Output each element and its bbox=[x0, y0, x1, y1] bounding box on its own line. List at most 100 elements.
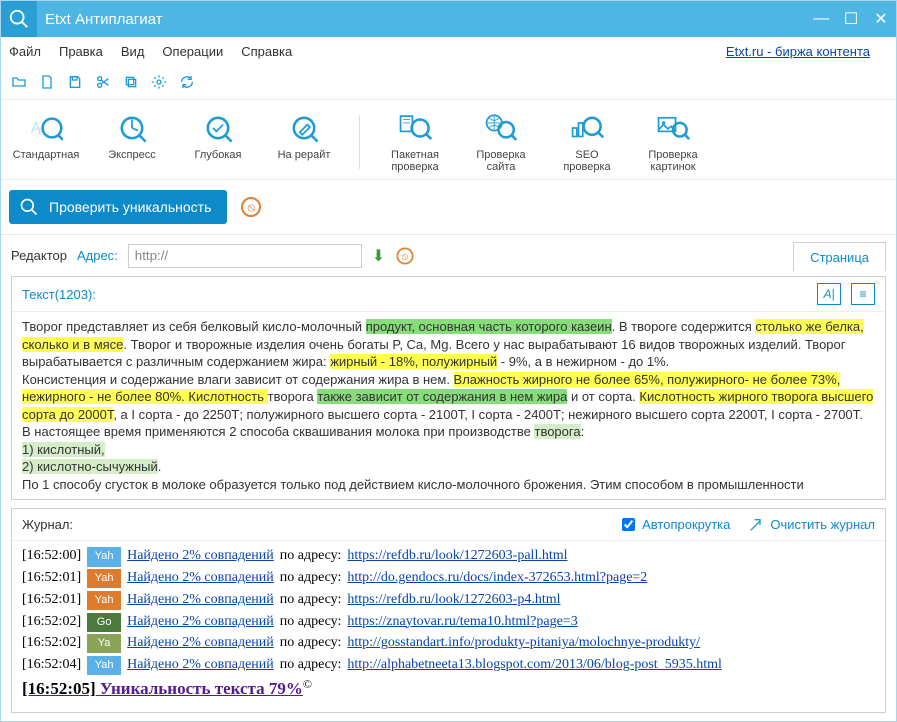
title-bar: Etxt Антиплагиат — ☐ ✕ bbox=[1, 1, 896, 37]
mode-deep[interactable]: Глубокая bbox=[181, 106, 255, 165]
maximize-button[interactable]: ☐ bbox=[836, 1, 866, 37]
mode-rewrite[interactable]: На рерайт bbox=[267, 106, 341, 165]
cancel-url-icon[interactable]: ⦸ bbox=[397, 247, 414, 264]
menu-file[interactable]: Файл bbox=[9, 44, 41, 59]
text-panel: Текст(1203): A| ≡ Творог представляет из… bbox=[11, 276, 886, 500]
mode-toolbar: Aa Стандартная Экспресс Глубокая На рера… bbox=[1, 100, 896, 180]
check-uniqueness-button[interactable]: Проверить уникальность bbox=[9, 190, 227, 224]
seo-check[interactable]: SEO проверка bbox=[550, 106, 624, 177]
stop-icon[interactable]: ⦸ bbox=[241, 197, 261, 217]
log-at-text: по адресу: bbox=[280, 611, 342, 633]
log-row: [16:52:00] Yah Найдено 2% совпадений по … bbox=[22, 545, 875, 567]
engine-badge: Yah bbox=[87, 569, 121, 588]
log-row: [16:52:02] Go Найдено 2% совпадений по а… bbox=[22, 611, 875, 633]
text-content[interactable]: Творог представляет из себя белковый кис… bbox=[12, 312, 885, 499]
save-icon[interactable] bbox=[67, 74, 83, 90]
editor-header: Редактор Адрес: ⬇ ⦸ Страница bbox=[1, 235, 896, 276]
uniqueness-text: Уникальность текста 79% bbox=[100, 679, 303, 698]
site-check[interactable]: Проверка сайта bbox=[464, 106, 538, 177]
found-link[interactable]: Найдено 2% совпадений bbox=[127, 632, 274, 654]
menu-view[interactable]: Вид bbox=[121, 44, 145, 59]
app-window: Etxt Антиплагиат — ☐ ✕ Файл Правка Вид О… bbox=[0, 0, 897, 722]
log-row: [16:52:04] Yah Найдено 2% совпадений по … bbox=[22, 654, 875, 676]
autoscroll-checkbox[interactable] bbox=[622, 518, 635, 531]
document-icon[interactable] bbox=[39, 74, 55, 90]
found-link[interactable]: Найдено 2% совпадений bbox=[127, 589, 274, 611]
engine-badge: Yah bbox=[87, 547, 121, 566]
seo-check-label: SEO проверка bbox=[563, 149, 610, 173]
log-timestamp: [16:52:01] bbox=[22, 567, 81, 589]
found-link[interactable]: Найдено 2% совпадений bbox=[127, 567, 274, 589]
site-check-label: Проверка сайта bbox=[476, 149, 525, 173]
batch-check[interactable]: Пакетная проверка bbox=[378, 106, 452, 177]
toolbar-separator bbox=[359, 115, 360, 169]
autoscroll-toggle[interactable]: Автопрокрутка bbox=[618, 515, 730, 534]
match-url[interactable]: https://refdb.ru/look/1272603-p4.html bbox=[347, 589, 560, 611]
copy-icon[interactable] bbox=[123, 74, 139, 90]
address-label: Адрес: bbox=[77, 248, 118, 263]
found-link[interactable]: Найдено 2% совпадений bbox=[127, 611, 274, 633]
folder-open-icon[interactable] bbox=[11, 74, 27, 90]
log-timestamp: [16:52:00] bbox=[22, 545, 81, 567]
text-format-icon[interactable]: A| bbox=[817, 283, 841, 305]
uniqueness-result: [16:52:05] Уникальность текста 79%© bbox=[22, 676, 875, 702]
log-at-text: по адресу: bbox=[280, 654, 342, 676]
menu-bar: Файл Правка Вид Операции Справка Etxt.ru… bbox=[1, 37, 896, 65]
clear-log-label: Очистить журнал bbox=[770, 517, 875, 532]
check-bar: Проверить уникальность ⦸ bbox=[1, 180, 896, 235]
download-icon[interactable]: ⬇ bbox=[372, 246, 385, 266]
minimize-button[interactable]: — bbox=[806, 1, 836, 37]
log-timestamp: [16:52:02] bbox=[22, 611, 81, 633]
tab-page-label: Страница bbox=[810, 250, 869, 265]
menu-ops[interactable]: Операции bbox=[162, 44, 223, 59]
autoscroll-label: Автопрокрутка bbox=[642, 517, 730, 532]
etxt-site-link[interactable]: Etxt.ru - биржа контента bbox=[726, 44, 870, 59]
mode-deep-label: Глубокая bbox=[195, 149, 242, 161]
engine-badge: Ya bbox=[87, 634, 121, 653]
log-title: Журнал: bbox=[22, 517, 73, 532]
tab-page[interactable]: Страница bbox=[793, 242, 886, 271]
check-button-label: Проверить уникальность bbox=[49, 199, 211, 215]
mode-express-label: Экспресс bbox=[108, 149, 156, 161]
match-url[interactable]: http://gosstandart.info/produkty-pitaniy… bbox=[347, 632, 700, 654]
menu-help[interactable]: Справка bbox=[241, 44, 292, 59]
match-url[interactable]: https://znaytovar.ru/tema10.html?page=3 bbox=[347, 611, 577, 633]
log-row: [16:52:01] Yah Найдено 2% совпадений по … bbox=[22, 589, 875, 611]
text-lines-icon[interactable]: ≡ bbox=[851, 283, 875, 305]
image-check[interactable]: Проверка картинок bbox=[636, 106, 710, 177]
log-header: Журнал: Автопрокрутка Очистить журнал bbox=[12, 509, 885, 541]
menu-edit[interactable]: Правка bbox=[59, 44, 103, 59]
match-url[interactable]: http://alphabetneeta13.blogspot.com/2013… bbox=[347, 654, 721, 676]
log-at-text: по адресу: bbox=[280, 632, 342, 654]
image-check-label: Проверка картинок bbox=[648, 149, 697, 173]
mode-express[interactable]: Экспресс bbox=[95, 106, 169, 165]
batch-check-label: Пакетная проверка bbox=[391, 149, 439, 173]
log-at-text: по адресу: bbox=[280, 567, 342, 589]
log-at-text: по адресу: bbox=[280, 589, 342, 611]
found-link[interactable]: Найдено 2% совпадений bbox=[127, 654, 274, 676]
found-link[interactable]: Найдено 2% совпадений bbox=[127, 545, 274, 567]
mode-rewrite-label: На рерайт bbox=[278, 149, 331, 161]
log-timestamp: [16:52:04] bbox=[22, 654, 81, 676]
scissors-icon[interactable] bbox=[95, 74, 111, 90]
engine-badge: Yah bbox=[87, 656, 121, 675]
match-url[interactable]: https://refdb.ru/look/1272603-pall.html bbox=[347, 545, 567, 567]
text-counter: Текст(1203): bbox=[22, 287, 96, 302]
close-button[interactable]: ✕ bbox=[866, 1, 896, 37]
engine-badge: Yah bbox=[87, 591, 121, 610]
log-panel: Журнал: Автопрокрутка Очистить журнал [1… bbox=[11, 508, 886, 712]
editor-label: Редактор bbox=[11, 248, 67, 263]
text-panel-header: Текст(1203): A| ≡ bbox=[12, 277, 885, 312]
clear-log-button[interactable]: Очистить журнал bbox=[748, 517, 875, 533]
log-timestamp: [16:52:02] bbox=[22, 632, 81, 654]
match-url[interactable]: http://do.gendocs.ru/docs/index-372653.h… bbox=[347, 567, 647, 589]
refresh-icon[interactable] bbox=[179, 74, 195, 90]
small-toolbar bbox=[1, 65, 896, 100]
settings-icon[interactable] bbox=[151, 74, 167, 90]
log-body[interactable]: [16:52:00] Yah Найдено 2% совпадений по … bbox=[12, 541, 885, 711]
url-input[interactable] bbox=[128, 244, 362, 268]
log-row: [16:52:02] Ya Найдено 2% совпадений по а… bbox=[22, 632, 875, 654]
engine-badge: Go bbox=[87, 613, 121, 632]
window-title: Etxt Антиплагиат bbox=[45, 11, 163, 28]
mode-standard[interactable]: Aa Стандартная bbox=[9, 106, 83, 165]
